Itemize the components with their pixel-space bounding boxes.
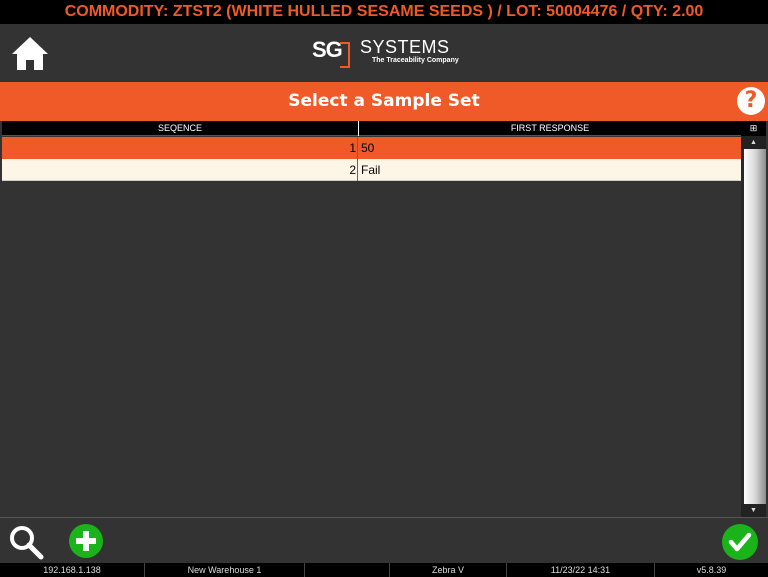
search-icon bbox=[10, 526, 44, 560]
title-bar: Select a Sample Set ? bbox=[0, 82, 768, 121]
cell-first-response: Fail bbox=[361, 163, 381, 177]
help-button[interactable]: ? bbox=[737, 87, 765, 115]
cell-sequence: 1 bbox=[2, 137, 358, 159]
header: SG SYSTEMS The Traceability Company bbox=[0, 24, 768, 82]
scroll-up-arrow-icon[interactable]: ▲ bbox=[741, 136, 766, 149]
logo-sg: SG bbox=[312, 37, 343, 62]
app-window: COMMODITY: ZTST2 (WHITE HULLED SESAME SE… bbox=[0, 0, 768, 577]
logo-bracket bbox=[340, 42, 350, 68]
table-row[interactable]: 2 Fail bbox=[2, 159, 741, 181]
grid-header: SEQENCE FIRST RESPONSE bbox=[2, 121, 741, 136]
search-button[interactable] bbox=[8, 524, 44, 560]
status-datetime: 11/23/22 14:31 bbox=[507, 563, 655, 577]
status-warehouse: New Warehouse 1 bbox=[145, 563, 305, 577]
column-header-first-response[interactable]: FIRST RESPONSE bbox=[359, 121, 741, 136]
vertical-scrollbar[interactable]: ⊞ ▲ ▼ bbox=[741, 121, 766, 517]
plus-icon bbox=[76, 531, 96, 551]
commodity-info-bar: COMMODITY: ZTST2 (WHITE HULLED SESAME SE… bbox=[0, 0, 768, 24]
footer-toolbar bbox=[0, 517, 768, 563]
cell-first-response: 50 bbox=[361, 141, 375, 155]
status-version: v5.8.39 bbox=[696, 565, 727, 575]
column-chooser-icon[interactable]: ⊞ bbox=[741, 121, 766, 136]
checkmark-icon bbox=[728, 532, 752, 552]
add-button[interactable] bbox=[69, 524, 103, 558]
home-button[interactable] bbox=[10, 34, 50, 74]
confirm-button[interactable] bbox=[722, 524, 758, 560]
home-icon bbox=[12, 37, 48, 70]
sample-set-grid: SEQENCE FIRST RESPONSE 1 50 2 Fail bbox=[2, 121, 741, 517]
logo-tagline: The Traceability Company bbox=[372, 57, 459, 64]
column-header-sequence[interactable]: SEQENCE bbox=[2, 121, 359, 136]
sg-systems-logo: SG SYSTEMS The Traceability Company bbox=[310, 36, 470, 70]
status-ip-address: 192.168.1.138 bbox=[0, 563, 145, 577]
page-title: Select a Sample Set bbox=[288, 91, 480, 111]
cell-sequence: 2 bbox=[2, 159, 358, 181]
table-row[interactable]: 1 50 bbox=[2, 137, 741, 159]
scroll-down-arrow-icon[interactable]: ▼ bbox=[741, 504, 766, 517]
status-empty bbox=[305, 563, 390, 577]
logo-systems: SYSTEMS bbox=[360, 37, 450, 57]
status-bar: 192.168.1.138 New Warehouse 1 Zebra V 11… bbox=[0, 563, 768, 577]
status-printer: Zebra V bbox=[390, 563, 507, 577]
scrollbar-thumb[interactable] bbox=[744, 149, 766, 504]
